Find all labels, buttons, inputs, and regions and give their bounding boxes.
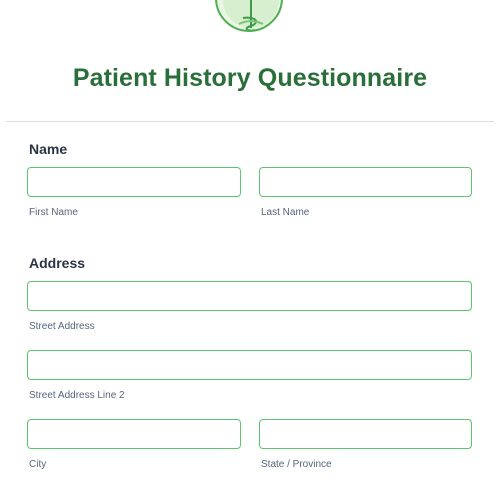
street-address-sublabel: Street Address <box>29 321 95 332</box>
first-name-sublabel: First Name <box>29 207 78 218</box>
street-address-input[interactable] <box>27 281 472 311</box>
form-title: Patient History Questionnaire <box>72 64 428 92</box>
last-name-sublabel: Last Name <box>261 207 310 218</box>
clinic-logo <box>215 0 283 32</box>
last-name-input[interactable] <box>259 167 472 197</box>
address-label: Address <box>29 255 86 271</box>
city-sublabel: City <box>29 459 47 470</box>
header-divider <box>6 121 494 122</box>
state-province-sublabel: State / Province <box>261 459 332 470</box>
first-name-input[interactable] <box>27 167 241 197</box>
street-address-line2-sublabel: Street Address Line 2 <box>29 390 125 401</box>
street-address-line2-input[interactable] <box>27 350 472 380</box>
state-province-input[interactable] <box>259 419 472 449</box>
caduceus-snake-icon <box>223 0 279 30</box>
name-label: Name <box>29 141 68 157</box>
city-input[interactable] <box>27 419 241 449</box>
